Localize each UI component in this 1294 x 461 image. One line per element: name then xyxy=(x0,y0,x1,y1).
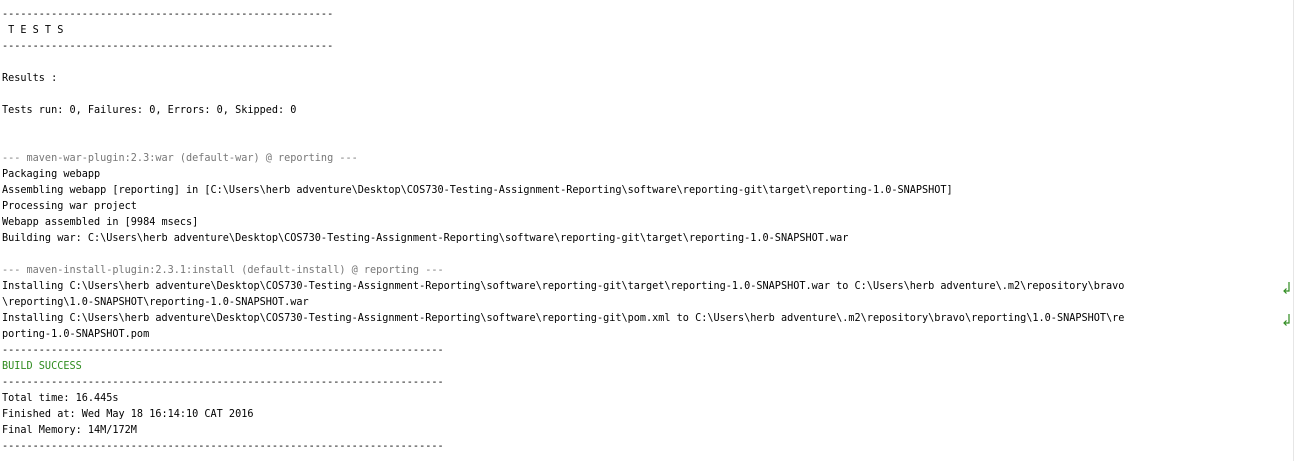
console-line: Tests run: 0, Failures: 0, Errors: 0, Sk… xyxy=(2,105,297,116)
console-line: Webapp assembled in [9984 msecs] xyxy=(2,217,199,228)
console-line: porting-1.0-SNAPSHOT.pom xyxy=(2,329,150,340)
line-wrap-icon xyxy=(1283,313,1292,329)
console-line: ----------------------------------------… xyxy=(2,345,444,356)
console-line: T E S T S xyxy=(2,25,64,36)
console-line: Final Memory: 14M/172M xyxy=(2,425,137,436)
line-wrap-icon xyxy=(1283,281,1292,297)
plugin-header-line: --- maven-war-plugin:2.3:war (default-wa… xyxy=(2,153,358,164)
console-line: ----------------------------------------… xyxy=(2,41,334,52)
console-line: Installing C:\Users\herb adventure\Deskt… xyxy=(2,313,1125,324)
console-line: ----------------------------------------… xyxy=(2,9,334,20)
console-line: Processing war project xyxy=(2,201,137,212)
console-line: Total time: 16.445s xyxy=(2,393,119,404)
console-line: Finished at: Wed May 18 16:14:10 CAT 201… xyxy=(2,409,254,420)
console-line: ----------------------------------------… xyxy=(2,441,444,452)
console-line: ----------------------------------------… xyxy=(2,377,444,388)
plugin-header-line: --- maven-install-plugin:2.3.1:install (… xyxy=(2,265,444,276)
console-line: \reporting\1.0-SNAPSHOT\reporting-1.0-SN… xyxy=(2,297,309,308)
console-line: Building war: C:\Users\herb adventure\De… xyxy=(2,233,849,244)
console-line: Results : xyxy=(2,73,58,84)
console-line: Assembling webapp [reporting] in [C:\Use… xyxy=(2,185,953,196)
console-line: Installing C:\Users\herb adventure\Deskt… xyxy=(2,281,1125,292)
build-status-line: BUILD SUCCESS xyxy=(2,361,82,372)
console-line: Packaging webapp xyxy=(2,169,101,180)
build-output-console: ----------------------------------------… xyxy=(0,0,1294,461)
console-lines: ----------------------------------------… xyxy=(2,7,1294,455)
